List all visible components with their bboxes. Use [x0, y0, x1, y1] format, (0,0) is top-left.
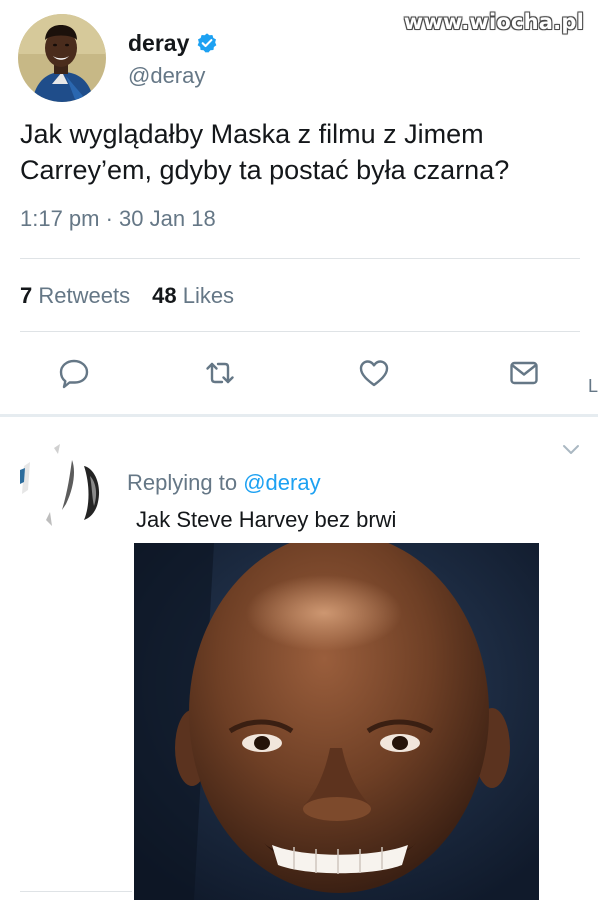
watermark: www.wiocha.pl	[403, 10, 584, 34]
reply-avatar-image	[16, 440, 112, 536]
tweet-text: Jak wyglądałby Maska z filmu z Jimem Car…	[20, 119, 510, 185]
likes-label: Likes	[182, 283, 235, 308]
retweets-stat[interactable]: 7 Retweets	[20, 283, 130, 309]
tweet-stats: 7 Retweets 48 Likes	[20, 283, 234, 309]
reply-image[interactable]	[134, 543, 539, 900]
display-name[interactable]: deray	[128, 30, 189, 57]
avatar-photo	[18, 14, 106, 102]
replying-prefix: Replying to	[127, 470, 238, 495]
divider	[20, 331, 580, 332]
bald-man-photo	[134, 543, 539, 900]
verified-badge-icon	[196, 32, 218, 54]
tweet-actions	[0, 356, 598, 396]
divider	[20, 258, 580, 259]
chevron-down-icon[interactable]	[560, 438, 582, 460]
retweets-label: Retweets	[38, 283, 131, 308]
avatar[interactable]	[18, 14, 106, 102]
likes-stat[interactable]: 48 Likes	[152, 283, 234, 309]
reply-text: Jak Steve Harvey bez brwi	[136, 507, 397, 532]
edge-fragment: L	[588, 376, 598, 396]
retweets-count: 7	[20, 283, 33, 308]
divider	[20, 891, 132, 892]
mention-link[interactable]: @deray	[243, 470, 320, 495]
tweet-header: deray @deray	[18, 14, 218, 102]
direct-message-icon[interactable]	[507, 356, 541, 390]
replying-to: Replying to @deray	[127, 470, 321, 496]
tweet-timestamp[interactable]: 1:17 pm · 30 Jan 18	[20, 206, 216, 232]
section-divider	[0, 414, 598, 417]
like-icon[interactable]	[357, 356, 391, 390]
reply-icon[interactable]	[57, 356, 91, 390]
likes-count: 48	[152, 283, 177, 308]
reply-avatar[interactable]	[16, 440, 112, 536]
retweet-icon[interactable]	[203, 356, 237, 390]
user-handle[interactable]: @deray	[128, 63, 218, 89]
